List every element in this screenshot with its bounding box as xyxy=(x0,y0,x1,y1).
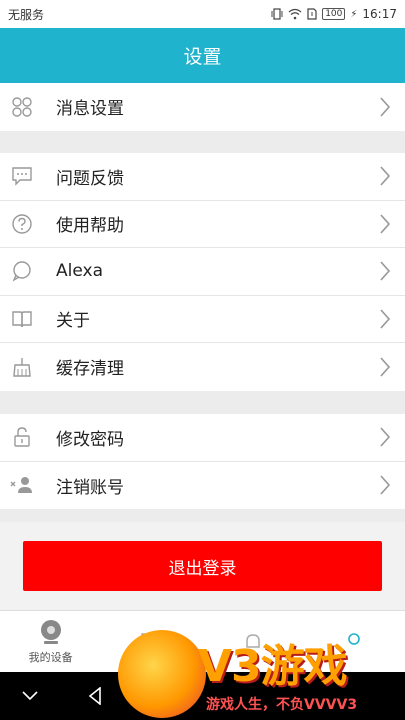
chevron-down-icon[interactable] xyxy=(22,691,38,701)
row-help[interactable]: 使用帮助 xyxy=(0,201,405,248)
wifi-icon xyxy=(288,8,302,20)
sim-icon xyxy=(307,8,317,20)
chevron-right-icon xyxy=(375,212,395,236)
row-alexa[interactable]: Alexa xyxy=(0,248,405,296)
battery-level: 100 xyxy=(322,8,346,20)
back-icon[interactable] xyxy=(88,687,102,705)
status-bar: 无服务 100 ⚡ 16:17 xyxy=(0,0,405,28)
settings-group-general: 问题反馈 使用帮助 Alexa 关于 缓存清理 xyxy=(0,153,405,391)
chat-icon xyxy=(10,164,34,188)
speech-bubble-icon xyxy=(10,259,34,283)
row-change-password[interactable]: 修改密码 xyxy=(0,414,405,462)
row-label: 缓存清理 xyxy=(56,359,124,380)
row-label: 使用帮助 xyxy=(56,216,124,237)
row-delete-account[interactable]: 注销账号 xyxy=(0,462,405,510)
row-clear-cache[interactable]: 缓存清理 xyxy=(0,343,405,391)
row-label: Alexa xyxy=(56,261,103,282)
title-bar: 设置 xyxy=(0,28,405,83)
row-label: 注销账号 xyxy=(56,477,124,498)
watermark-slogan: 游戏人生，不负VVVV3 xyxy=(206,697,358,713)
watermark-logo-icon xyxy=(118,630,206,718)
row-about[interactable]: 关于 xyxy=(0,296,405,343)
page-title: 设置 xyxy=(183,46,222,68)
vibrate-icon xyxy=(271,8,283,20)
row-label: 修改密码 xyxy=(56,429,124,450)
chevron-right-icon xyxy=(375,355,395,379)
chevron-right-icon xyxy=(375,473,395,497)
logout-button[interactable]: 退出登录 xyxy=(23,541,382,591)
chevron-right-icon xyxy=(375,259,395,283)
carrier-text: 无服务 xyxy=(8,7,45,22)
lock-icon xyxy=(10,425,34,449)
watermark-brand: V3游戏 xyxy=(198,641,348,692)
chevron-right-icon xyxy=(375,164,395,188)
tab-my-devices[interactable]: 我的设备 xyxy=(0,611,101,672)
row-feedback[interactable]: 问题反馈 xyxy=(0,153,405,201)
row-label: 关于 xyxy=(56,311,90,332)
row-label: 消息设置 xyxy=(56,99,124,120)
camera-icon xyxy=(40,619,61,644)
chevron-right-icon xyxy=(375,95,395,119)
clock: 16:17 xyxy=(362,7,397,21)
settings-group-account: 修改密码 注销账号 xyxy=(0,414,405,509)
remove-user-icon xyxy=(10,473,34,497)
help-icon xyxy=(10,212,34,236)
logout-area: 退出登录 xyxy=(0,522,405,610)
tab-label: 我的设备 xyxy=(28,650,73,664)
watermark: V3游戏 游戏人生，不负VVVV3 xyxy=(118,630,405,720)
book-icon xyxy=(10,307,34,331)
settings-group-notifications: 消息设置 xyxy=(0,83,405,131)
row-label: 问题反馈 xyxy=(56,168,124,189)
chevron-right-icon xyxy=(375,425,395,449)
broom-icon xyxy=(10,355,34,379)
grid-icon xyxy=(10,95,34,119)
charging-icon: ⚡ xyxy=(350,8,358,20)
status-icons: 100 ⚡ 16:17 xyxy=(271,7,397,21)
row-message-settings[interactable]: 消息设置 xyxy=(0,83,405,131)
chevron-right-icon xyxy=(375,307,395,331)
